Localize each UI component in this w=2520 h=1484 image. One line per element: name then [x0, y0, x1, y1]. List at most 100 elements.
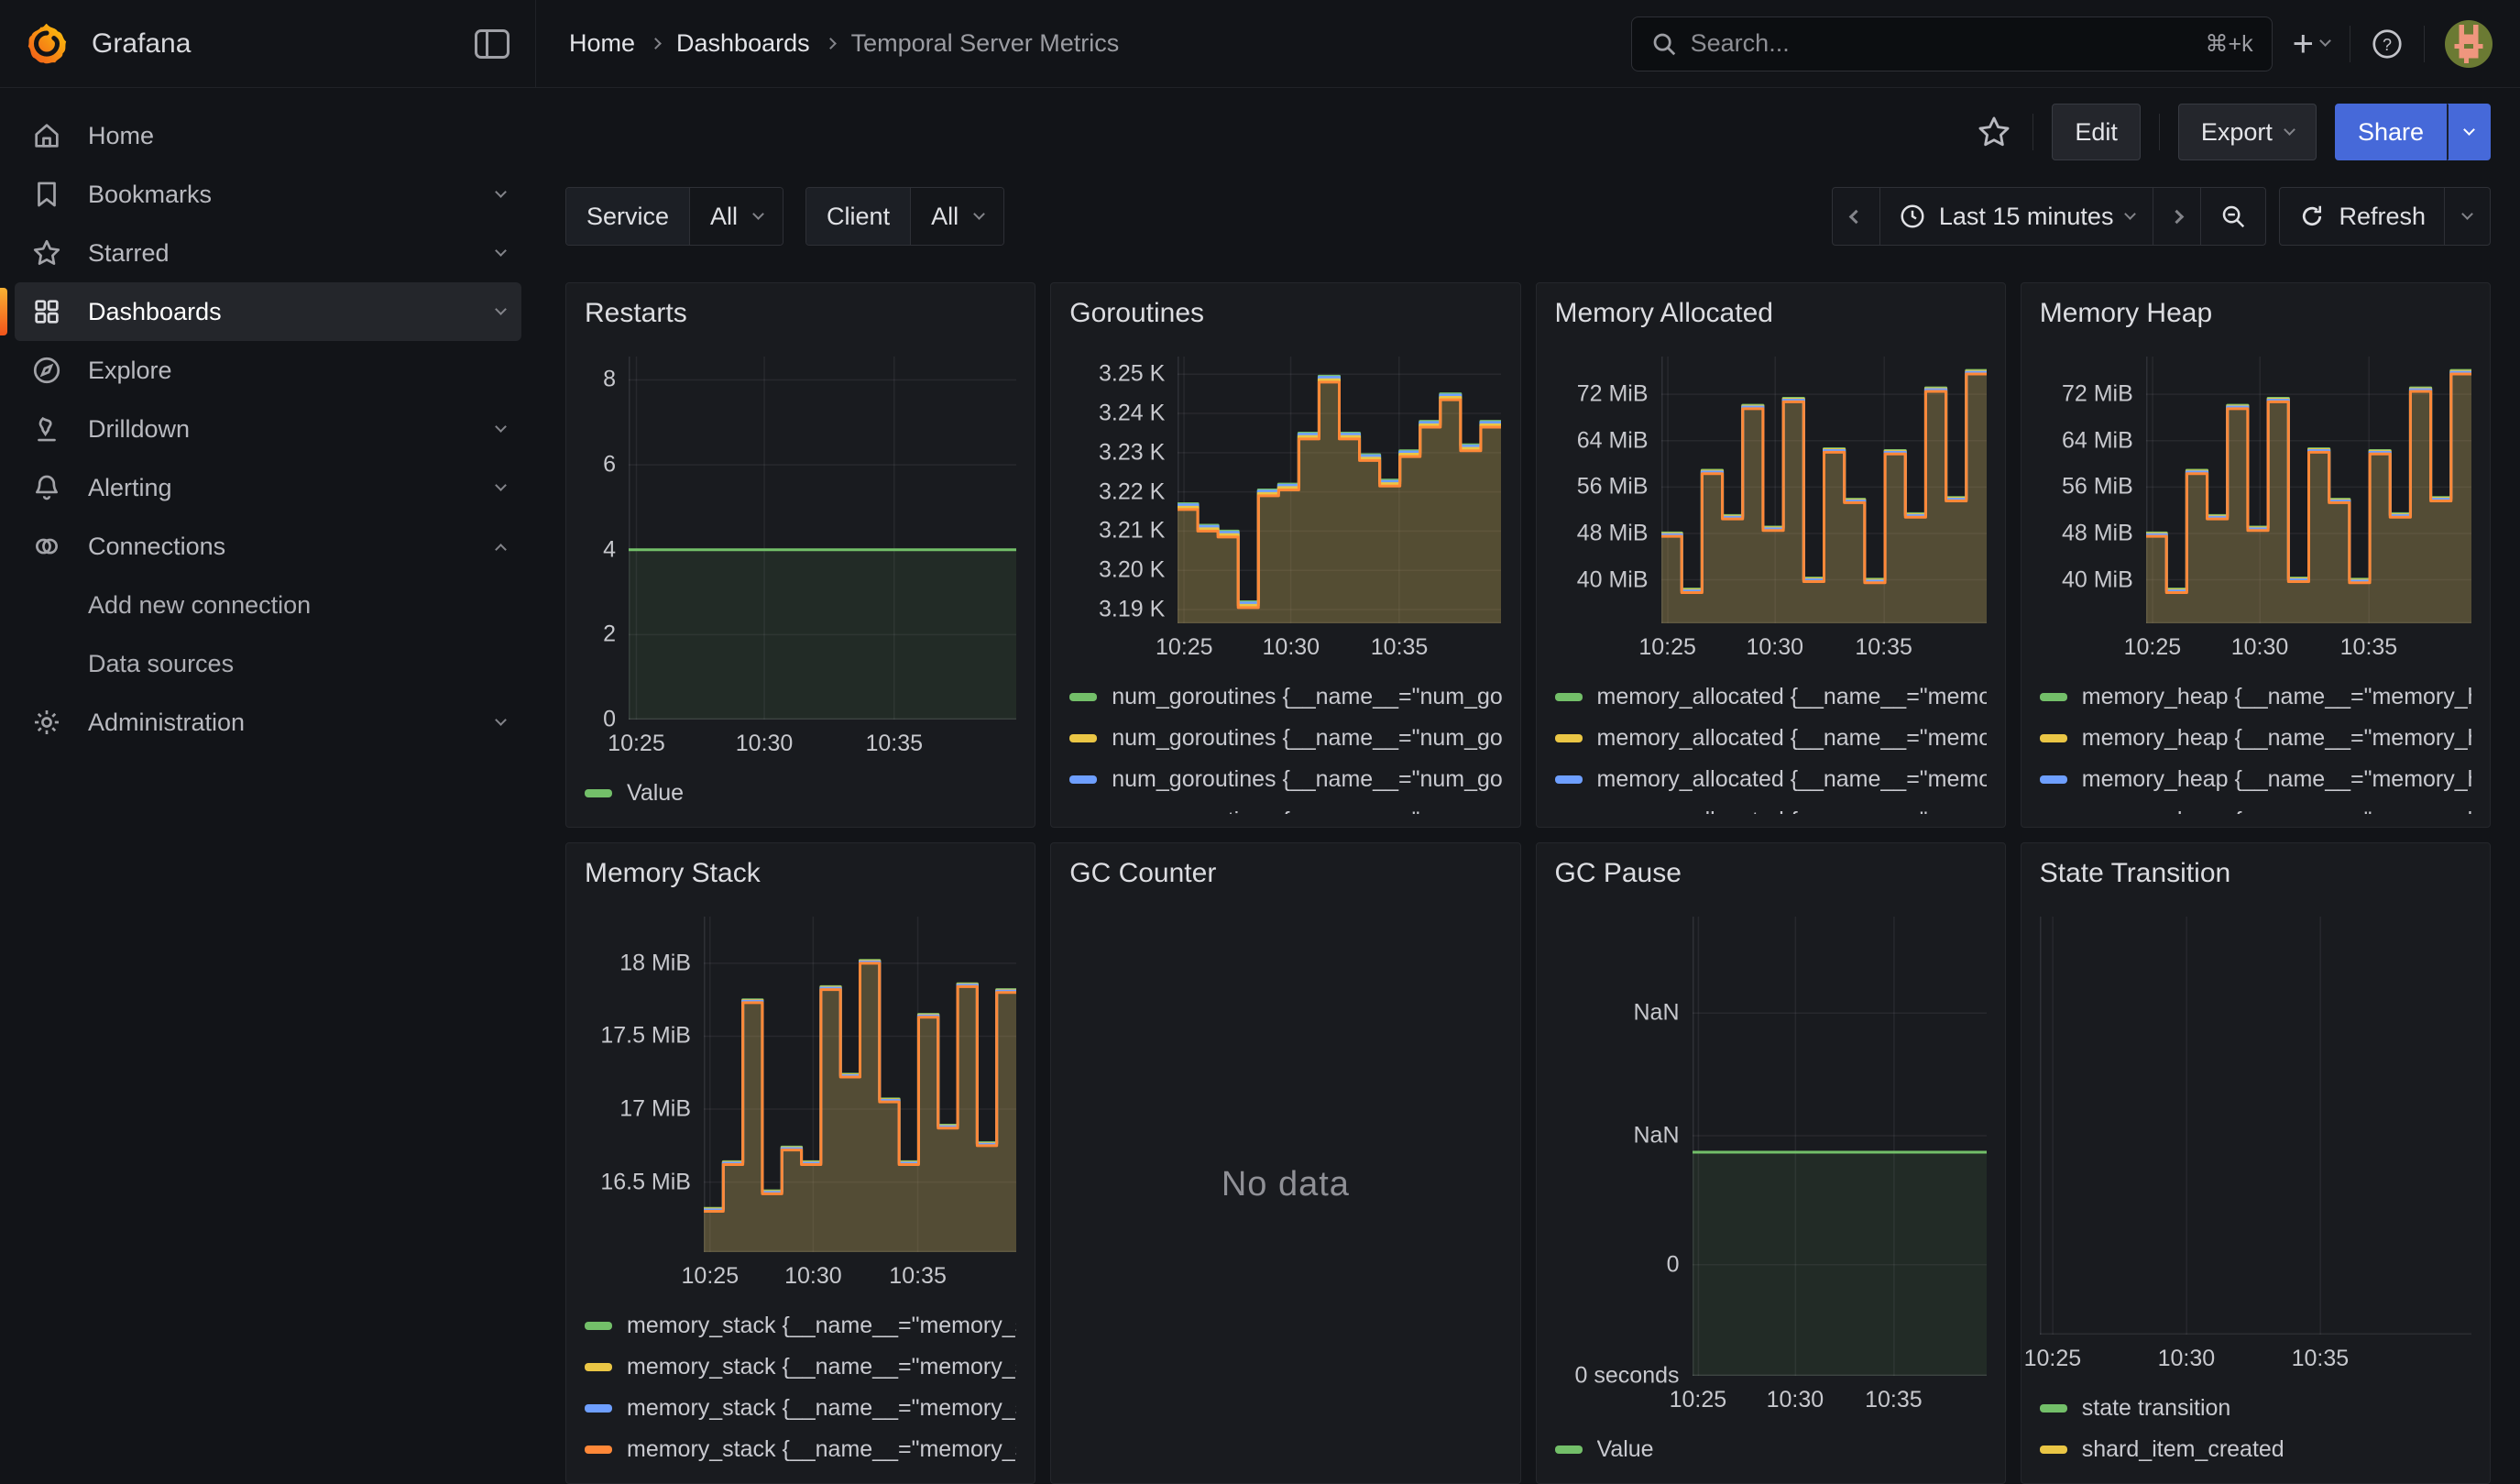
legend-item[interactable]: num_goroutines {__name__="num_go — [1069, 676, 1501, 718]
search-box[interactable]: ⌘+k — [1631, 16, 2273, 71]
legend-item[interactable]: memory_allocated {__name__="memo — [1555, 676, 1987, 718]
legend-item[interactable]: shard_item_created — [2040, 1429, 2471, 1470]
legend-item[interactable]: Value — [1555, 1429, 1987, 1470]
edit-button[interactable]: Edit — [2052, 104, 2141, 160]
search-shortcut: ⌘+k — [2206, 30, 2253, 58]
legend-item[interactable]: memory_stack {__name__="memory_s — [585, 1347, 1016, 1388]
legend-item[interactable]: memory_allocated {__name__="memo — [1555, 759, 1987, 800]
sidebar-item-explore[interactable]: Explore — [15, 341, 521, 400]
legend-label: memory_heap {__name__="memory_h — [2082, 808, 2471, 814]
legend: memory_stack {__name__="memory_smemory_s… — [585, 1305, 1016, 1470]
legend-item[interactable]: memory_heap {__name__="memory_h — [2040, 800, 2471, 814]
add-button[interactable]: + — [2293, 26, 2329, 62]
sidebar-item-label: Administration — [88, 709, 471, 737]
panel-title[interactable]: Restarts — [585, 298, 1016, 338]
chevron-down-icon[interactable] — [495, 479, 507, 491]
legend-item[interactable]: memory_stack {__name__="memory_s — [585, 1388, 1016, 1429]
time-range-picker[interactable]: Last 15 minutes — [1879, 188, 2153, 245]
sidebar-item-data-sources[interactable]: Data sources — [15, 634, 521, 693]
help-button[interactable]: ? — [2371, 27, 2404, 60]
legend-swatch — [585, 1363, 612, 1371]
dock-sidebar-icon[interactable] — [475, 29, 509, 59]
chart-plot-area[interactable] — [1661, 357, 1987, 623]
chart-plot-area[interactable] — [704, 917, 1016, 1252]
chart-plot-area[interactable] — [1178, 357, 1501, 623]
legend-item[interactable]: memory_stack {__name__="memory_s — [585, 1429, 1016, 1470]
time-shift-forward-button[interactable] — [2153, 188, 2200, 245]
panel-title[interactable]: Memory Heap — [2040, 298, 2471, 338]
legend-item[interactable]: memory_allocated {__name__="memo — [1555, 800, 1987, 814]
export-button[interactable]: Export — [2178, 104, 2317, 160]
x-tick-label: 10:25 — [2024, 1346, 2082, 1372]
chart-plot-area[interactable] — [629, 357, 1016, 720]
legend-item[interactable]: num_goroutines {__name__="num_go — [1069, 759, 1501, 800]
service-filter-value[interactable]: All — [690, 188, 783, 245]
legend-item[interactable]: memory_allocated {__name__="memo — [1555, 718, 1987, 759]
bell-icon — [31, 472, 62, 503]
sidebar-item-starred[interactable]: Starred — [15, 224, 521, 282]
breadcrumb-dashboards[interactable]: Dashboards — [676, 29, 810, 58]
x-tick-label: 10:35 — [865, 731, 923, 757]
search-input[interactable] — [1691, 29, 2193, 58]
zoom-out-button[interactable] — [2200, 188, 2265, 245]
chevron-down-icon[interactable] — [495, 714, 507, 726]
panel-title[interactable]: GC Counter — [1069, 858, 1501, 898]
search-icon — [1650, 30, 1678, 58]
sidebar-item-administration[interactable]: Administration — [15, 693, 521, 752]
sidebar-item-drilldown[interactable]: Drilldown — [15, 400, 521, 458]
y-tick-label: 3.22 K — [1099, 478, 1165, 505]
chevron-up-icon[interactable] — [495, 544, 507, 555]
chevron-down-icon[interactable] — [495, 186, 507, 198]
y-tick-label: 0 — [1667, 1251, 1680, 1278]
legend-item[interactable]: memory_heap {__name__="memory_h — [2040, 676, 2471, 718]
time-controls: Last 15 minutes Refresh — [1832, 187, 2491, 246]
sidebar-item-connections[interactable]: Connections — [15, 517, 521, 576]
panel-title[interactable]: State Transition — [2040, 858, 2471, 898]
share-dropdown-button[interactable] — [2447, 104, 2491, 160]
sidebar-item-home[interactable]: Home — [15, 106, 521, 165]
chevron-down-icon[interactable] — [495, 421, 507, 433]
grafana-logo-icon[interactable] — [26, 23, 68, 65]
panel-title[interactable]: GC Pause — [1555, 858, 1987, 898]
legend-item[interactable]: Value — [585, 773, 1016, 814]
refresh-group: Refresh — [2279, 187, 2491, 246]
legend-label: shard_item_created — [2082, 1436, 2284, 1463]
y-axis-labels: 72 MiB64 MiB56 MiB48 MiB40 MiB — [1555, 357, 1661, 623]
time-shift-back-button[interactable] — [1833, 188, 1879, 245]
breadcrumb-separator-icon — [825, 38, 837, 49]
chart-plot-area[interactable] — [2146, 357, 2471, 623]
client-filter-value[interactable]: All — [911, 188, 1003, 245]
sidebar-item-add-new-connection[interactable]: Add new connection — [15, 576, 521, 634]
panel-title[interactable]: Goroutines — [1069, 298, 1501, 338]
sidebar-item-bookmarks[interactable]: Bookmarks — [15, 165, 521, 224]
panel-title[interactable]: Memory Stack — [585, 858, 1016, 898]
refresh-interval-button[interactable] — [2444, 188, 2490, 245]
y-tick-label: 40 MiB — [2062, 566, 2133, 593]
chevron-down-icon[interactable] — [495, 303, 507, 315]
panel-memory-heap: Memory Heap72 MiB64 MiB56 MiB48 MiB40 Mi… — [2021, 282, 2491, 828]
legend-item[interactable]: state transition — [2040, 1388, 2471, 1429]
nav-actions: ⌘+k + ? — [1631, 16, 2520, 71]
sidebar-item-label: Add new connection — [88, 591, 505, 620]
sidebar-item-alerting[interactable]: Alerting — [15, 458, 521, 517]
legend-label: memory_allocated {__name__="memo — [1597, 684, 1987, 710]
favorite-star-button[interactable] — [1974, 112, 2014, 152]
y-tick-label: 3.19 K — [1099, 597, 1165, 623]
chevron-down-icon — [2463, 124, 2475, 136]
chart-plot-area[interactable] — [1693, 917, 1987, 1376]
legend-item[interactable]: num_goroutines {__name__="num_go — [1069, 718, 1501, 759]
legend-item[interactable]: memory_heap {__name__="memory_h — [2040, 759, 2471, 800]
sidebar-item-dashboards[interactable]: Dashboards — [15, 282, 521, 341]
help-icon: ? — [2371, 27, 2404, 60]
refresh-button[interactable]: Refresh — [2280, 188, 2444, 245]
legend-item[interactable]: num_goroutines {__name__="num_go — [1069, 800, 1501, 814]
breadcrumb-home[interactable]: Home — [569, 29, 635, 58]
panel-title[interactable]: Memory Allocated — [1555, 298, 1987, 338]
legend-item[interactable]: memory_stack {__name__="memory_s — [585, 1305, 1016, 1347]
chart-plot-area[interactable] — [2040, 917, 2471, 1335]
dashboard-page: Edit Export Share Service All Client All — [536, 88, 2520, 1463]
chevron-down-icon[interactable] — [495, 245, 507, 257]
share-button[interactable]: Share — [2335, 104, 2447, 160]
user-avatar[interactable] — [2445, 20, 2493, 68]
legend-item[interactable]: memory_heap {__name__="memory_h — [2040, 718, 2471, 759]
